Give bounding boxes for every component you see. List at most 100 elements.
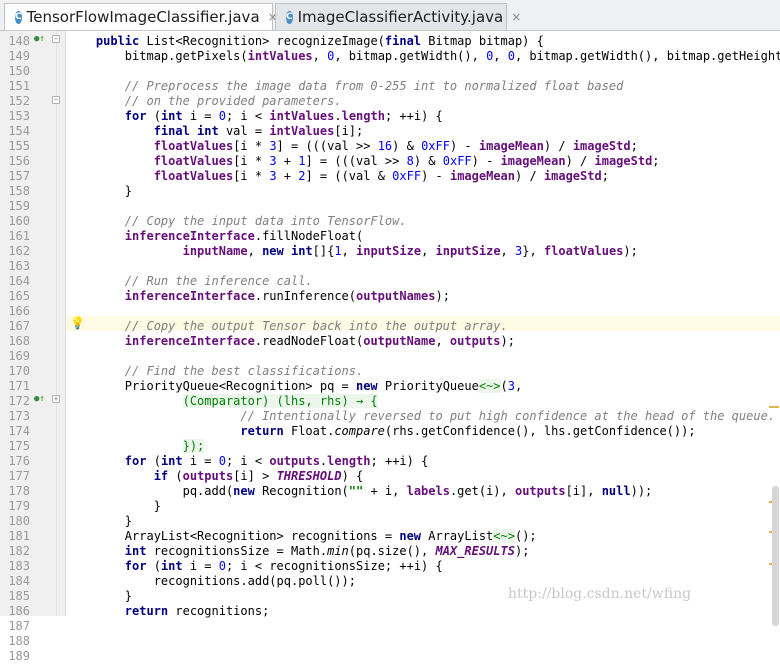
code-token: ; xyxy=(630,139,638,153)
code-line[interactable]: floatValues[i * 3 + 2] = ((val & 0xFF) -… xyxy=(67,169,609,184)
code-token: ( xyxy=(153,109,161,123)
code-token: imageMean xyxy=(500,154,566,168)
code-line[interactable]: recognitions.add(pq.poll()); xyxy=(67,574,356,589)
code-line[interactable]: } xyxy=(67,589,132,604)
tab-tensorflow-image-classifier[interactable]: C TensorFlowImageClassifier.java × xyxy=(4,3,278,30)
code-token: (rhs.getConfidence(), lhs.getConfidence(… xyxy=(384,424,696,438)
line-number: 173 xyxy=(8,409,30,423)
code-line[interactable]: floatValues[i * 3 + 1] = (((val >> 8) & … xyxy=(67,154,660,169)
line-number: 181 xyxy=(8,529,30,543)
code-token: floatValues xyxy=(153,154,234,168)
code-token: int xyxy=(124,544,154,558)
line-number: 185 xyxy=(8,589,30,603)
watermark: http://blog.csdn.net/wfing xyxy=(508,586,692,602)
code-line[interactable]: inferenceInterface.runInference(outputNa… xyxy=(67,289,450,304)
code-line[interactable]: for (int i = 0; i < intValues.length; ++… xyxy=(67,109,443,124)
code-token: int xyxy=(160,559,190,573)
line-number: 179 xyxy=(8,499,30,513)
code-line[interactable]: for (int i = 0; i < outputs.length; ++i)… xyxy=(67,454,429,469)
code-token: ] = ((val & xyxy=(305,169,393,183)
code-line[interactable]: // Preprocess the image data from 0-255 … xyxy=(67,79,624,94)
code-token: imageStd xyxy=(594,154,653,168)
scroll-thumb[interactable] xyxy=(772,486,779,626)
code-line[interactable]: (Comparator) (lhs, rhs) → { xyxy=(67,394,378,409)
code-line[interactable]: // Find the best classifications. xyxy=(67,364,363,379)
code-line[interactable]: } xyxy=(67,514,132,529)
code-line[interactable]: final int val = intValues[i]; xyxy=(67,124,364,139)
code-line[interactable]: }); xyxy=(67,439,205,454)
override-icon[interactable]: ●↑ xyxy=(34,34,45,44)
fold-guide xyxy=(56,31,57,616)
code-token: Recognition( xyxy=(262,484,349,498)
override-icon[interactable]: ●↑ xyxy=(34,394,45,404)
scrollbar[interactable] xyxy=(768,31,780,626)
tab-image-classifier-activity[interactable]: C ImageClassifierActivity.java × xyxy=(275,3,521,30)
code-line[interactable]: inputName, new int[]{1, inputSize, input… xyxy=(67,244,638,259)
fold-icon[interactable]: + xyxy=(52,395,60,403)
code-line[interactable]: ArrayList<Recognition> recognitions = ne… xyxy=(67,529,537,544)
code-token: [i]; xyxy=(334,124,364,138)
line-number: 159 xyxy=(8,199,30,213)
close-icon[interactable]: × xyxy=(511,10,521,24)
code-token: 0xFF xyxy=(421,139,450,153)
code-line[interactable]: inferenceInterface.readNodeFloat(outputN… xyxy=(67,334,515,349)
line-number: 150 xyxy=(8,64,30,78)
code-token: + xyxy=(283,169,299,183)
code-line[interactable]: // on the provided parameters. xyxy=(67,94,342,109)
code-line[interactable]: public List<Recognition> recognizeImage(… xyxy=(67,34,544,49)
line-number: 168 xyxy=(8,334,30,348)
line-number: 177 xyxy=(8,469,30,483)
line-number: 148 xyxy=(8,34,30,48)
code-line[interactable]: return recognitions; xyxy=(67,604,270,619)
line-number: 149 xyxy=(8,49,30,63)
code-line[interactable]: int recognitionsSize = Math.min(pq.size(… xyxy=(67,544,530,559)
error-stripe-marker[interactable] xyxy=(769,406,779,408)
code-line[interactable]: bitmap.getPixels(intValues, 0, bitmap.ge… xyxy=(67,49,780,64)
fold-icon[interactable]: − xyxy=(52,35,60,43)
code-line[interactable]: if (outputs[i] > THRESHOLD) { xyxy=(67,469,364,484)
tab-label: TensorFlowImageClassifier.java xyxy=(26,8,260,26)
code-line[interactable]: for (int i = 0; i < recognitionsSize; ++… xyxy=(67,559,443,574)
code-line[interactable]: } xyxy=(67,184,132,199)
code-token: // Intentionally reversed to put high co… xyxy=(240,409,776,423)
code-line[interactable]: return Float.compare(rhs.getConfidence()… xyxy=(67,424,696,439)
code-token: ); xyxy=(500,334,515,348)
code-token: inferenceInterface xyxy=(124,289,255,303)
code-token: // Copy the input data into TensorFlow. xyxy=(124,214,407,228)
code-token: return xyxy=(240,424,291,438)
code-token: inferenceInterface xyxy=(124,229,255,243)
code-token: outputs xyxy=(449,334,501,348)
code-token: outputNames xyxy=(356,289,436,303)
code-token: [i * xyxy=(233,154,270,168)
code-token: // Run the inference call. xyxy=(124,274,313,288)
code-line[interactable]: inferenceInterface.fillNodeFloat( xyxy=(67,229,363,244)
code-token: i = xyxy=(189,109,219,123)
code-line[interactable]: // Copy the output Tensor back into the … xyxy=(67,319,508,334)
code-line[interactable]: pq.add(new Recognition("" + i, labels.ge… xyxy=(67,484,653,499)
line-number: 186 xyxy=(8,604,30,618)
code-editor[interactable]: public List<Recognition> recognizeImage(… xyxy=(67,31,780,619)
code-line[interactable]: PriorityQueue<Recognition> pq = new Prio… xyxy=(67,379,522,394)
tab-label: ImageClassifierActivity.java xyxy=(297,8,504,26)
fold-icon[interactable]: − xyxy=(52,96,60,104)
code-token: ; i < recognitionsSize; ++i) { xyxy=(225,559,443,573)
line-number: 166 xyxy=(8,304,30,318)
code-token: , xyxy=(247,244,263,258)
code-line[interactable]: } xyxy=(67,499,161,514)
code-token: (Comparator) (lhs, rhs) → { xyxy=(182,394,378,408)
code-line[interactable]: floatValues[i * 3] = (((val >> 16) & 0xF… xyxy=(67,139,638,154)
code-line[interactable]: // Copy the input data into TensorFlow. xyxy=(67,214,407,229)
code-token: // Preprocess the image data from 0-255 … xyxy=(124,79,624,93)
line-number: 170 xyxy=(8,364,30,378)
code-token: PriorityQueue<Recognition> pq = xyxy=(67,379,356,393)
code-line[interactable]: // Run the inference call. xyxy=(67,274,313,289)
code-line[interactable]: // Intentionally reversed to put high co… xyxy=(67,409,775,424)
line-number: 153 xyxy=(8,109,30,123)
